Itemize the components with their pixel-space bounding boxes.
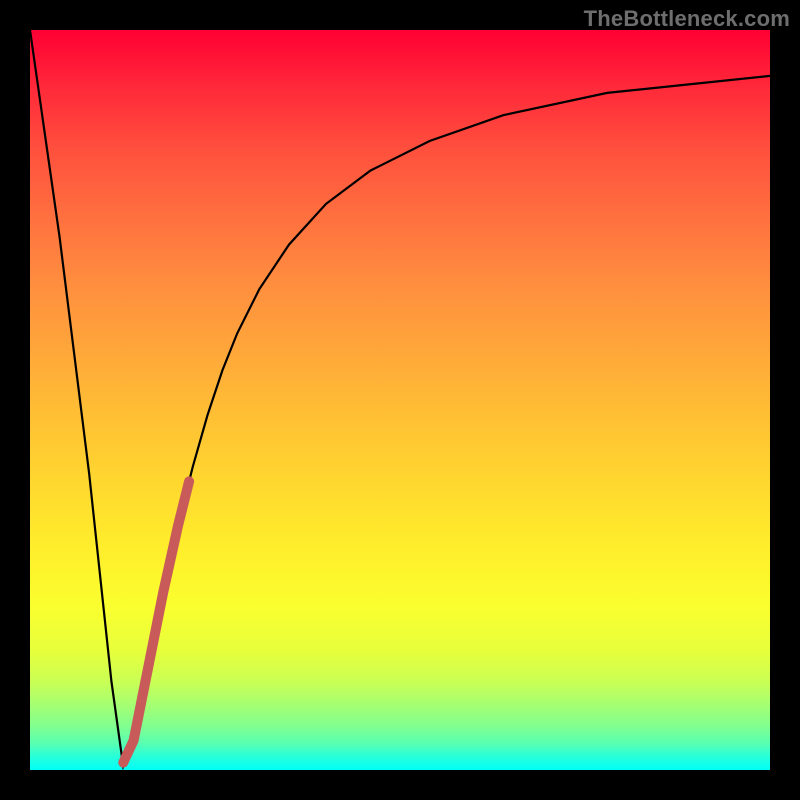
watermark-text: TheBottleneck.com xyxy=(584,6,790,32)
bottleneck-curve xyxy=(30,30,770,766)
highlight-segment xyxy=(123,481,189,762)
chart-svg xyxy=(30,30,770,770)
plot-area xyxy=(30,30,770,770)
chart-stage: TheBottleneck.com xyxy=(0,0,800,800)
